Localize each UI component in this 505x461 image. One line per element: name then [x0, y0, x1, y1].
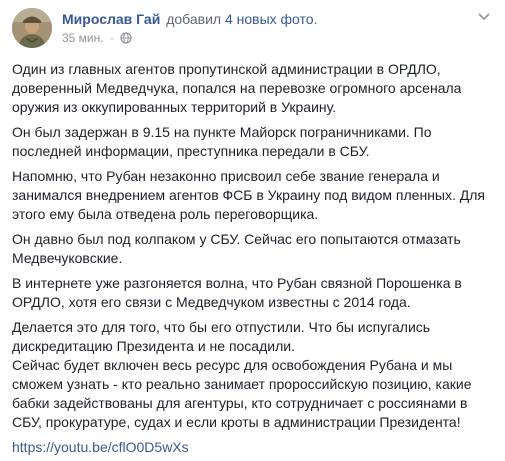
action-suffix: .: [313, 11, 318, 27]
post-link-line: https://youtu.be/cflO0D5wXs: [12, 438, 490, 457]
author-name[interactable]: Мирослав Гай: [62, 11, 160, 27]
photos-link[interactable]: 4 новых фото: [225, 11, 314, 27]
post-header: Мирослав Гай добавил 4 новых фото. 35 ми…: [12, 8, 497, 56]
meta-separator: ·: [109, 31, 114, 45]
post-meta: 35 мин. ·: [62, 30, 132, 48]
facebook-post: Мирослав Гай добавил 4 новых фото. 35 ми…: [0, 0, 505, 461]
globe-icon[interactable]: [120, 32, 132, 48]
post-paragraph: Делается это для того, что бы его отпуст…: [12, 319, 431, 354]
avatar[interactable]: [12, 8, 52, 48]
post-paragraph: Сейчас будет включен весь ресурс для осв…: [12, 357, 472, 430]
post-paragraph: Он был задержан в 9.15 на пункте Майорск…: [12, 124, 432, 159]
post-paragraph: Один из главных агентов пропутинской адм…: [12, 61, 462, 115]
timestamp[interactable]: 35 мин.: [62, 31, 104, 45]
post-body: Один из главных агентов пропутинской адм…: [12, 60, 490, 457]
youtube-link[interactable]: https://youtu.be/cflO0D5wXs: [12, 439, 189, 455]
chevron-down-icon[interactable]: [475, 8, 493, 26]
post-title-line: Мирослав Гай добавил 4 новых фото.: [62, 10, 317, 28]
post-paragraph: Он давно был под колпаком у СБУ. Сейчас …: [12, 231, 461, 266]
action-text: добавил: [166, 11, 222, 27]
post-paragraph: В интернете уже разгоняется волна, что Р…: [12, 275, 462, 310]
post-paragraph: Напомню, что Рубан незаконно присвоил се…: [12, 168, 485, 222]
